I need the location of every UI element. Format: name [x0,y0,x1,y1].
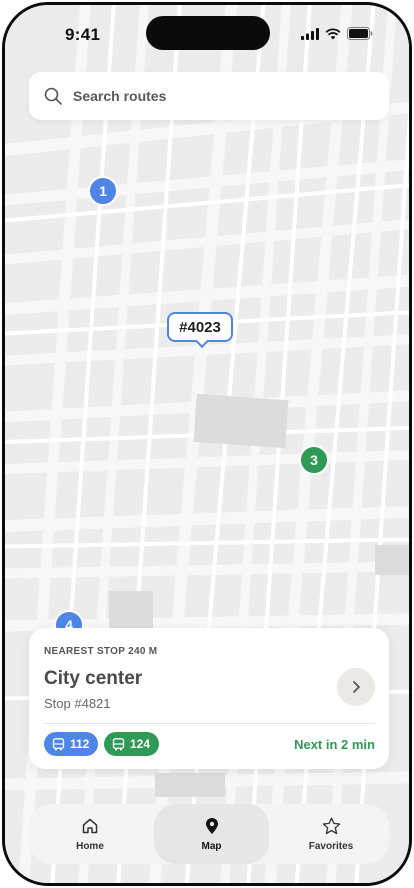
route-number: 124 [130,737,151,751]
card-divider [43,723,375,724]
search-input[interactable] [71,87,365,105]
vehicle-tag[interactable]: #4023 [167,312,233,342]
search-icon [43,86,63,106]
tab-label: Map [201,840,222,852]
route-chip-112[interactable]: 112 [44,732,99,756]
status-time: 9:41 [65,25,101,44]
nearest-stop-card[interactable]: NEAREST STOP 240 M City center Stop #482… [29,628,389,769]
star-icon [322,817,340,834]
dynamic-island [146,16,270,50]
stop-number: Stop #4821 [44,696,111,711]
tab-bar: Home Map Favorites [29,804,389,864]
stop-pin-3[interactable]: 3 [299,445,329,475]
battery-icon [347,27,373,40]
chevron-right-icon [353,681,360,693]
search-bar[interactable] [29,72,389,120]
tab-label: Favorites [308,840,354,852]
cellular-signal-icon [301,27,319,40]
tab-map[interactable]: Map [154,804,269,864]
tab-home[interactable]: Home [36,804,144,864]
phone-frame: 9:41 Search routes 1 3 4 #4023 NEAREST S… [2,2,412,886]
status-bar: 9:41 [5,5,409,61]
route-number: 112 [70,737,90,751]
status-icons [301,27,373,40]
open-stop-button[interactable] [337,668,375,706]
stop-name: City center [44,668,143,689]
bus-icon [52,737,65,750]
wifi-icon [325,27,341,39]
stop-pin-1[interactable]: 1 [88,176,118,206]
route-chip-124[interactable]: 124 [104,732,160,756]
tab-favorites[interactable]: Favorites [277,804,385,864]
nearest-stop-distance: NEAREST STOP 240 M [44,646,158,657]
tab-label: Home [76,840,104,852]
next-arrival: Next in 2 min [294,737,375,752]
home-icon [82,818,98,833]
bus-icon [112,737,125,750]
map-pin-icon [205,817,218,834]
